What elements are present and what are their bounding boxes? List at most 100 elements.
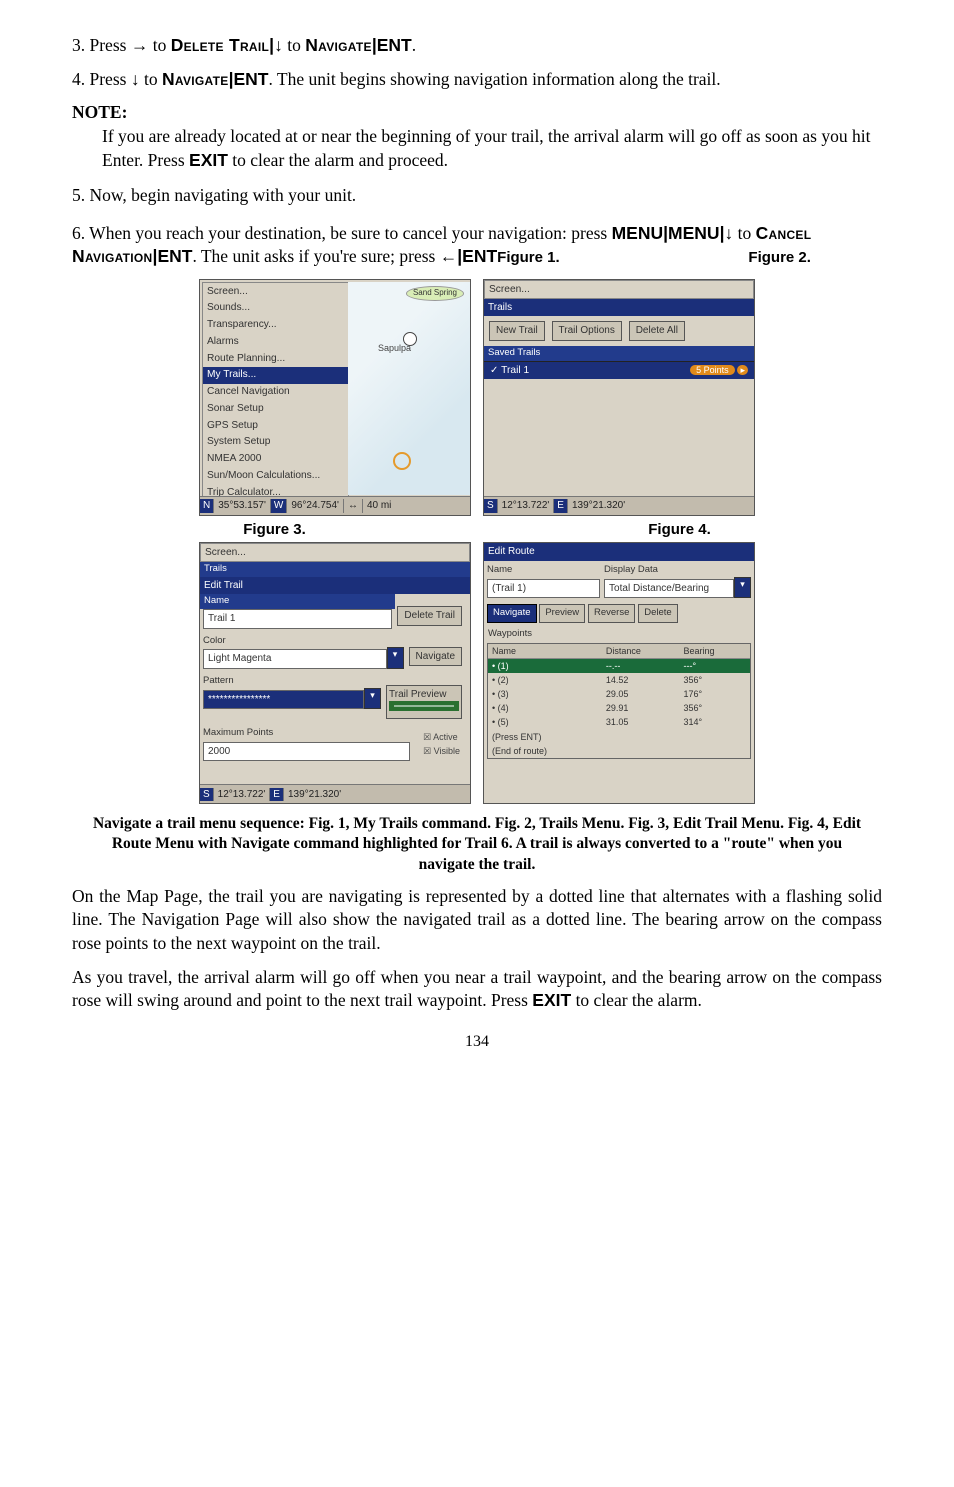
trail-row[interactable]: ✓ Trail 1 5 Points ▸ — [484, 361, 754, 380]
figure-3-label: Figure 3. — [243, 520, 306, 540]
menu-item[interactable]: Transparency... — [203, 317, 348, 334]
preview-button[interactable]: Preview — [539, 604, 585, 623]
menu-item[interactable]: Alarms — [203, 333, 348, 350]
menu-item-screen[interactable]: Screen... — [485, 281, 753, 298]
page-number: 134 — [72, 1031, 882, 1053]
name-label: Name — [487, 564, 600, 577]
route-name-input[interactable]: (Trail 1) — [487, 579, 600, 599]
table-row[interactable]: • (2)14.52356° — [488, 673, 750, 687]
status-lon: 96°24.754' — [287, 499, 344, 513]
main-menu-list[interactable]: Screen...Sounds...Transparency...AlarmsR… — [202, 282, 349, 516]
map-label: Sand Spring — [406, 286, 464, 301]
arrow-icon: ▸ — [737, 365, 748, 375]
key-ent: ENT — [377, 35, 412, 55]
text: to clear the alarm. — [571, 990, 702, 1010]
status-lat: 12°13.722' — [214, 788, 271, 802]
status-lon: 139°21.320' — [568, 499, 629, 513]
cell — [680, 730, 751, 744]
map-background: Sand Spring Sapulpa — [348, 282, 470, 495]
text: 4. Press — [72, 69, 131, 89]
figures-row-1: Sand Spring Sapulpa Screen...Sounds...Tr… — [72, 279, 882, 516]
status-e: E — [554, 499, 568, 513]
text: . The unit begins showing navigation inf… — [268, 69, 720, 89]
pattern-label: Pattern — [203, 675, 381, 688]
cmd-delete-trail: Delete Trail — [171, 35, 269, 55]
key-exit: EXIT — [189, 150, 228, 170]
menu-item[interactable]: GPS Setup — [203, 417, 348, 434]
table-row[interactable]: • (5)31.05314° — [488, 715, 750, 729]
new-trail-button[interactable]: New Trail — [489, 321, 545, 341]
cell: 29.05 — [602, 687, 680, 701]
delete-trail-button[interactable]: Delete Trail — [397, 606, 462, 626]
cell: 356° — [680, 673, 751, 687]
step-4: 4. Press ↓ to Navigate|ENT. The unit beg… — [72, 68, 882, 92]
menu-item[interactable]: Sonar Setup — [203, 400, 348, 417]
note-heading: NOTE: — [72, 101, 882, 125]
cell: (End of route) — [488, 744, 602, 758]
display-data-label: Display Data — [604, 564, 751, 577]
edit-trail-header: Edit Trail — [200, 577, 470, 595]
table-row[interactable]: • (4)29.91356° — [488, 701, 750, 715]
trail-preview-button[interactable]: Trail Preview — [386, 685, 462, 719]
map-marker-icon — [403, 332, 417, 346]
visible-checkbox[interactable]: ☒ Visible — [423, 745, 460, 757]
points-badge: 5 Points — [690, 365, 735, 375]
text: . The unit asks if you're sure; press — [192, 246, 439, 266]
key-ent: ENT — [462, 246, 497, 266]
cmd-navigate: Navigate — [162, 69, 229, 89]
combo-arrow-icon[interactable]: ▾ — [387, 647, 404, 669]
right-arrow-icon: → — [131, 35, 149, 55]
col-bearing: Bearing — [680, 644, 751, 659]
edit-route-header: Edit Route — [484, 543, 754, 561]
color-label: Color — [203, 635, 404, 648]
menu-item[interactable]: Sun/Moon Calculations... — [203, 467, 348, 484]
name-label: Name — [200, 594, 395, 609]
name-input[interactable]: Trail 1 — [203, 609, 392, 629]
cell: • (1) — [488, 658, 602, 673]
cell: • (3) — [488, 687, 602, 701]
active-checkbox[interactable]: ☒ Active — [423, 731, 460, 743]
trail-options-button[interactable]: Trail Options — [552, 321, 622, 341]
status-range: 40 mi — [363, 499, 395, 513]
table-row[interactable]: • (3)29.05176° — [488, 687, 750, 701]
status-bar: S 12°13.722' E 139°21.320' — [200, 784, 470, 803]
menu-item[interactable]: Route Planning... — [203, 350, 348, 367]
pattern-combo[interactable]: **************** — [203, 690, 364, 710]
combo-arrow-icon[interactable]: ▾ — [734, 577, 751, 599]
menu-item[interactable]: NMEA 2000 — [203, 451, 348, 468]
color-combo[interactable]: Light Magenta — [203, 649, 387, 669]
navigate-button[interactable]: Navigate — [409, 647, 462, 667]
menu-item[interactable]: System Setup — [203, 434, 348, 451]
menu-item[interactable]: Screen... — [203, 283, 348, 300]
table-row[interactable]: • (1)--.-----° — [488, 658, 750, 673]
display-data-combo[interactable]: Total Distance/Bearing — [604, 579, 734, 599]
max-points-label: Maximum Points — [203, 727, 410, 740]
waypoints-table[interactable]: NameDistanceBearing • (1)--.-----°• (2)1… — [488, 644, 750, 758]
key-exit: EXIT — [532, 990, 571, 1010]
status-e: E — [270, 788, 284, 802]
table-row[interactable]: (Press ENT) — [488, 730, 750, 744]
down-arrow-icon: ↓ — [274, 35, 283, 55]
para-2: As you travel, the arrival alarm will go… — [72, 966, 882, 1013]
menu-item-screen[interactable]: Screen... — [201, 544, 469, 561]
cell: (Press ENT) — [488, 730, 602, 744]
cell — [680, 744, 751, 758]
key-ent: ENT — [233, 69, 268, 89]
menu-item[interactable]: My Trails... — [203, 367, 348, 384]
combo-arrow-icon[interactable]: ▾ — [364, 688, 381, 710]
reverse-button[interactable]: Reverse — [588, 604, 635, 623]
table-row[interactable]: (End of route) — [488, 744, 750, 758]
delete-button[interactable]: Delete — [638, 604, 677, 623]
key-menu: MENU — [612, 223, 664, 243]
cell — [602, 744, 680, 758]
para-1: On the Map Page, the trail you are navig… — [72, 885, 882, 956]
cell: 356° — [680, 701, 751, 715]
max-points-input[interactable]: 2000 — [203, 742, 410, 762]
delete-all-button[interactable]: Delete All — [629, 321, 685, 341]
navigate-button[interactable]: Navigate — [487, 604, 537, 623]
text: to — [283, 35, 305, 55]
step-5: 5. Now, begin navigating with your unit. — [72, 184, 882, 208]
figure-2-label: Figure 2. — [748, 249, 811, 266]
menu-item[interactable]: Sounds... — [203, 300, 348, 317]
menu-item[interactable]: Cancel Navigation — [203, 384, 348, 401]
